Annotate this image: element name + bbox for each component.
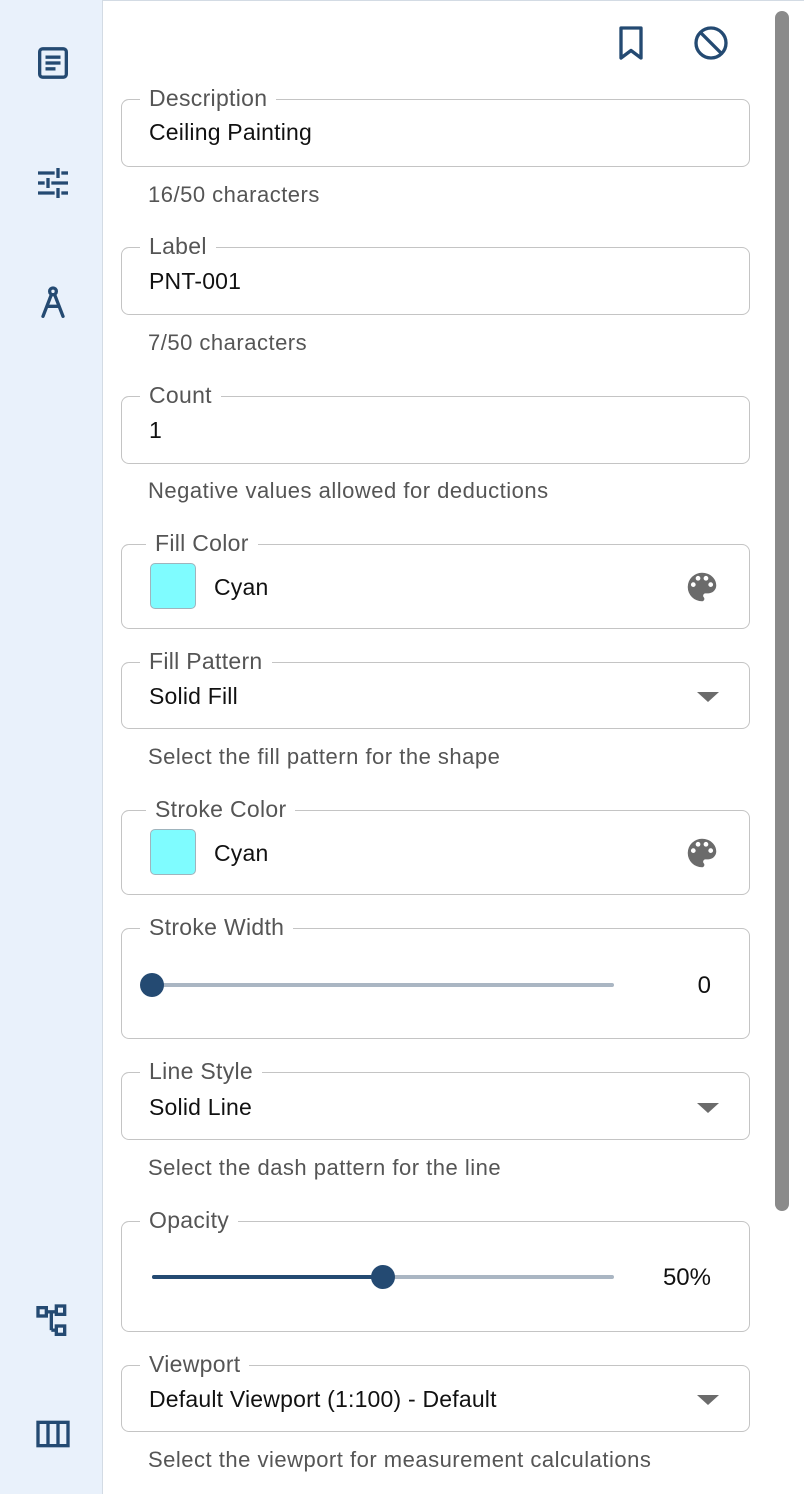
label-label: Label bbox=[140, 233, 216, 259]
stroke-width-slider[interactable] bbox=[140, 973, 614, 997]
opacity-label: Opacity bbox=[140, 1207, 239, 1233]
count-label: Count bbox=[140, 382, 221, 408]
stroke-color-field[interactable]: Stroke Color Cyan bbox=[121, 796, 750, 895]
fill-color-field[interactable]: Fill Color Cyan bbox=[121, 530, 750, 629]
stroke-width-label: Stroke Width bbox=[140, 914, 294, 940]
stroke-color-value: Cyan bbox=[214, 840, 269, 866]
properties-panel: Description Ceiling Painting 16/50 chara… bbox=[103, 0, 804, 1494]
tree-icon bbox=[36, 1304, 67, 1336]
opacity-slider[interactable] bbox=[152, 1265, 614, 1289]
line-style-helper: Select the dash pattern for the line bbox=[148, 1155, 502, 1180]
opacity-value: 50% bbox=[662, 1264, 711, 1291]
sidebar-item-settings[interactable] bbox=[29, 159, 77, 207]
chevron-down-icon[interactable] bbox=[697, 1395, 719, 1405]
viewport-helper: Select the viewport for measurement calc… bbox=[148, 1447, 652, 1472]
label-input[interactable]: PNT-001 bbox=[149, 267, 241, 295]
description-field[interactable]: Description Ceiling Painting bbox=[121, 85, 750, 167]
sidebar bbox=[0, 0, 103, 1494]
line-style-value: Solid Line bbox=[149, 1094, 253, 1120]
block-icon bbox=[694, 26, 728, 60]
opacity-slider-thumb[interactable] bbox=[371, 1265, 395, 1289]
description-input[interactable]: Ceiling Painting bbox=[149, 118, 312, 146]
fill-color-swatch[interactable] bbox=[150, 563, 196, 609]
fill-pattern-helper: Select the fill pattern for the shape bbox=[148, 744, 501, 769]
stroke-color-swatch[interactable] bbox=[150, 829, 196, 875]
scrollbar[interactable] bbox=[775, 11, 789, 1211]
fill-color-label: Fill Color bbox=[146, 530, 258, 556]
palette-icon[interactable] bbox=[683, 834, 721, 872]
block-button[interactable] bbox=[689, 21, 733, 65]
description-label: Description bbox=[140, 85, 277, 111]
fill-pattern-label: Fill Pattern bbox=[140, 648, 272, 674]
stroke-width-field: Stroke Width 0 bbox=[121, 914, 750, 1039]
viewport-value: Default Viewport (1:100) - Default bbox=[149, 1386, 497, 1412]
stroke-width-value: 0 bbox=[697, 972, 711, 999]
compass-icon bbox=[41, 286, 65, 318]
count-input[interactable]: 1 bbox=[149, 416, 162, 444]
line-style-label: Line Style bbox=[140, 1058, 263, 1084]
label-helper: 7/50 characters bbox=[148, 330, 308, 355]
chevron-down-icon[interactable] bbox=[697, 1103, 719, 1113]
label-field[interactable]: Label PNT-001 bbox=[121, 233, 750, 315]
fill-pattern-select[interactable]: Fill Pattern Solid Fill bbox=[121, 648, 750, 729]
sidebar-item-columns[interactable] bbox=[29, 1410, 77, 1458]
count-helper: Negative values allowed for deductions bbox=[148, 478, 549, 503]
viewport-label: Viewport bbox=[140, 1351, 250, 1377]
count-field[interactable]: Count 1 bbox=[121, 382, 750, 464]
bookmark-button[interactable] bbox=[609, 21, 653, 65]
bookmark-icon bbox=[619, 26, 643, 60]
opacity-field: Opacity 50% bbox=[121, 1207, 750, 1332]
stroke-color-label: Stroke Color bbox=[146, 796, 296, 822]
chevron-down-icon[interactable] bbox=[697, 692, 719, 702]
sidebar-item-hierarchy[interactable] bbox=[29, 1297, 77, 1345]
article-icon bbox=[38, 47, 68, 79]
description-helper: 16/50 characters bbox=[148, 182, 320, 207]
viewport-select[interactable]: Viewport Default Viewport (1:100) - Defa… bbox=[121, 1351, 750, 1432]
line-style-select[interactable]: Line Style Solid Line bbox=[121, 1058, 750, 1140]
opacity-slider-fill bbox=[152, 1275, 383, 1279]
columns-icon bbox=[36, 1420, 70, 1448]
fill-pattern-value: Solid Fill bbox=[149, 683, 238, 709]
tune-icon bbox=[38, 168, 68, 198]
palette-icon[interactable] bbox=[683, 568, 721, 606]
sidebar-item-details[interactable] bbox=[29, 39, 77, 87]
stroke-width-slider-thumb[interactable] bbox=[140, 973, 164, 997]
fill-color-value: Cyan bbox=[214, 574, 269, 600]
sidebar-item-measure[interactable] bbox=[29, 279, 77, 327]
